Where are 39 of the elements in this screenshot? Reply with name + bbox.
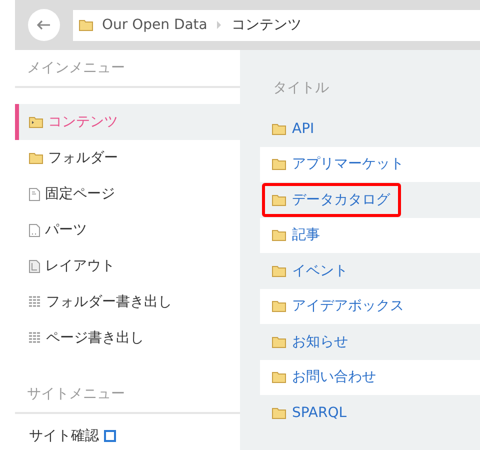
folder-icon: [272, 158, 286, 170]
folder-icon: [272, 371, 286, 384]
sidebar-item[interactable]: レイアウト: [15, 248, 240, 284]
sidebar-item[interactable]: フォルダー: [15, 140, 240, 176]
folder-icon: [29, 152, 43, 164]
folder-icon: [29, 116, 43, 128]
folder-icon: [272, 229, 286, 242]
grid-icon: [29, 296, 41, 308]
folder-icon: [79, 19, 93, 31]
sidebar-item[interactable]: パーツ: [15, 212, 240, 248]
sidebar-item[interactable]: フォルダー書き出し: [15, 284, 240, 320]
list-row[interactable]: お問い合わせ: [260, 360, 480, 395]
list-row[interactable]: アプリマーケット: [260, 146, 480, 182]
document-icon: [29, 260, 40, 272]
sidebar-item[interactable]: サイト確認: [15, 418, 240, 450]
folder-icon: [272, 300, 286, 312]
chevron-icon: [216, 20, 222, 30]
list-row[interactable]: お知らせ: [260, 324, 480, 360]
back-arrow-icon: [37, 20, 51, 30]
document-icon: [29, 224, 40, 236]
column-header: タイトル: [272, 79, 330, 98]
folder-icon: [272, 336, 286, 348]
window-icon: [104, 430, 116, 442]
sidebar-item[interactable]: コンテンツ: [15, 104, 240, 140]
sidebar-item[interactable]: 固定ページ: [15, 176, 240, 212]
list-row[interactable]: 記事: [260, 218, 480, 253]
list-row[interactable]: アイデアボックス: [260, 288, 480, 324]
document-icon: [29, 188, 40, 200]
folder-icon: [272, 122, 286, 135]
back-button[interactable]: [28, 9, 60, 41]
list-row[interactable]: SPARQL: [260, 395, 480, 430]
grid-icon: [29, 332, 41, 344]
list-row[interactable]: API: [260, 111, 480, 146]
folder-icon: [272, 194, 286, 206]
sidebar-item[interactable]: ページ書き出し: [15, 320, 240, 356]
folder-icon: [272, 264, 286, 277]
breadcrumb-link[interactable]: Our Open Data: [102, 17, 208, 33]
folder-icon: [272, 406, 286, 419]
list-row[interactable]: イベント: [260, 253, 480, 288]
